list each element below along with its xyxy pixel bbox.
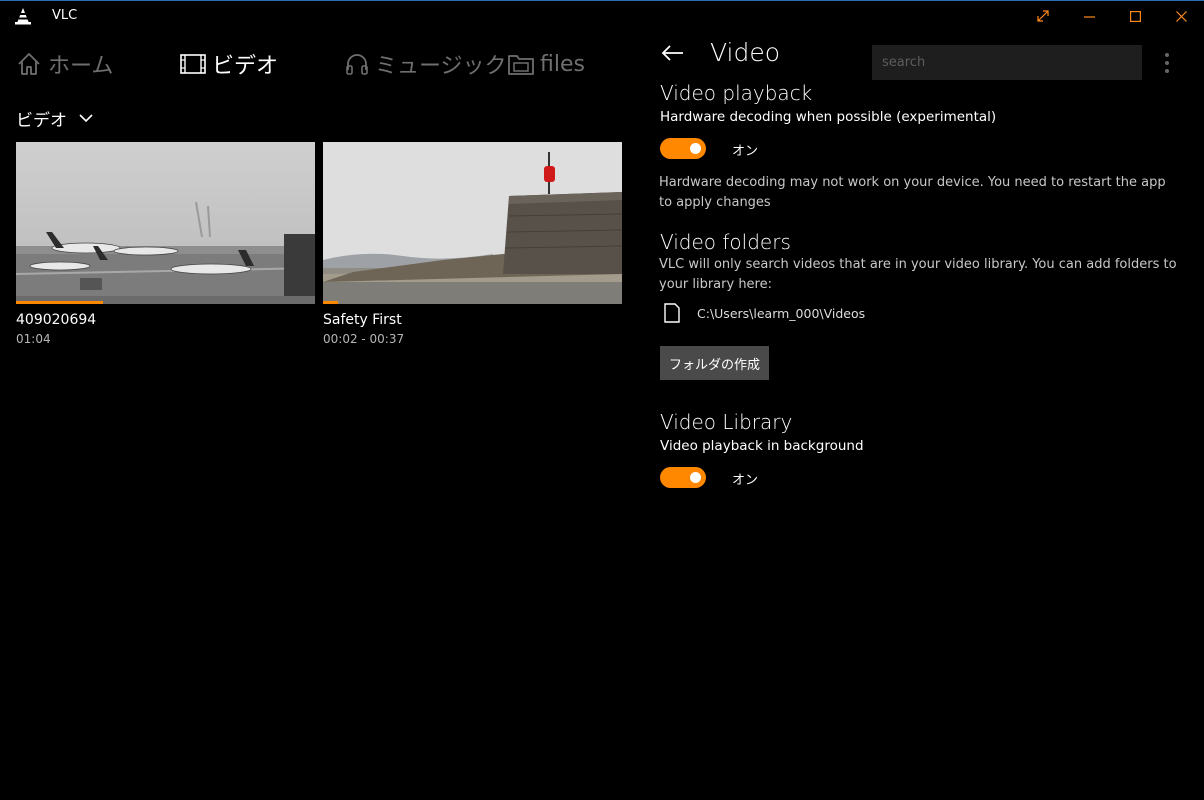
background-playback-toggle[interactable] — [660, 467, 706, 488]
video-thumbnail-pier — [323, 142, 622, 304]
hardware-decoding-label: Hardware decoding when possible (experim… — [660, 109, 997, 125]
document-icon — [664, 303, 680, 323]
nav-item-music[interactable]: ミュージック — [345, 48, 507, 80]
video-thumbnail-airport — [16, 142, 315, 304]
film-icon — [180, 54, 206, 74]
headphones-icon — [346, 54, 368, 75]
video-title: Safety First — [323, 312, 402, 328]
back-arrow-icon — [661, 45, 683, 61]
nav-label-files: files — [540, 51, 585, 77]
video-folders-heading: Video folders — [660, 230, 791, 254]
maximize-icon — [1129, 10, 1141, 22]
create-folder-button[interactable]: フォルダの作成 — [660, 346, 769, 380]
window-title: VLC — [52, 8, 78, 23]
more-dots-icon — [1165, 53, 1169, 57]
video-title: 409020694 — [16, 312, 97, 328]
background-playback-state: オン — [732, 473, 759, 488]
video-library-heading: Video Library — [660, 410, 793, 434]
video-folders-description: VLC will only search videos that are in … — [659, 257, 1177, 292]
folder-icon — [508, 55, 534, 75]
minimize-icon — [1083, 15, 1095, 18]
video-folder-path: C:\Users\learm_000\Videos — [697, 305, 866, 321]
video-playback-heading: Video playback — [660, 81, 813, 105]
video-tile[interactable]: 409020694 01:04 — [16, 142, 315, 346]
back-button[interactable] — [658, 38, 688, 68]
vlc-cone-icon — [15, 8, 31, 25]
home-icon — [18, 53, 40, 75]
hardware-decoding-toggle[interactable] — [660, 138, 706, 159]
background-playback-label: Video playback in background — [660, 438, 864, 454]
video-duration: 01:04 — [16, 332, 51, 346]
video-duration: 00:02 - 00:37 — [323, 332, 405, 346]
library-section-dropdown[interactable]: ビデオ — [16, 106, 93, 131]
title-bar: VLC — [0, 1, 1204, 31]
video-folder-item[interactable]: C:\Users\learm_000\Videos — [664, 302, 865, 324]
nav-item-video[interactable]: ビデオ — [180, 48, 278, 80]
hardware-decoding-note: Hardware decoding may not work on your d… — [659, 175, 1166, 210]
minimize-button[interactable] — [1066, 1, 1112, 31]
more-options-button[interactable] — [1157, 48, 1177, 78]
section-dropdown-label: ビデオ — [16, 110, 67, 131]
nav-label-video: ビデオ — [212, 54, 279, 79]
expand-button[interactable] — [1020, 1, 1066, 31]
video-progress-bar — [16, 301, 103, 304]
video-tile[interactable]: Safety First 00:02 - 00:37 — [323, 142, 622, 346]
chevron-down-icon — [79, 113, 93, 122]
nav-label-home: ホーム — [48, 54, 114, 79]
settings-panel-title: Video — [710, 38, 781, 67]
maximize-button[interactable] — [1112, 1, 1158, 31]
nav-label-music: ミュージック — [375, 54, 507, 79]
video-progress-bar — [323, 301, 338, 304]
expand-icon — [1037, 10, 1049, 22]
close-icon — [1175, 10, 1187, 22]
search-input[interactable] — [872, 45, 1142, 80]
nav-item-home[interactable]: ホーム — [16, 48, 113, 80]
close-button[interactable] — [1158, 1, 1204, 31]
hardware-decoding-state: オン — [732, 144, 759, 159]
nav-item-files[interactable]: files — [508, 48, 585, 80]
